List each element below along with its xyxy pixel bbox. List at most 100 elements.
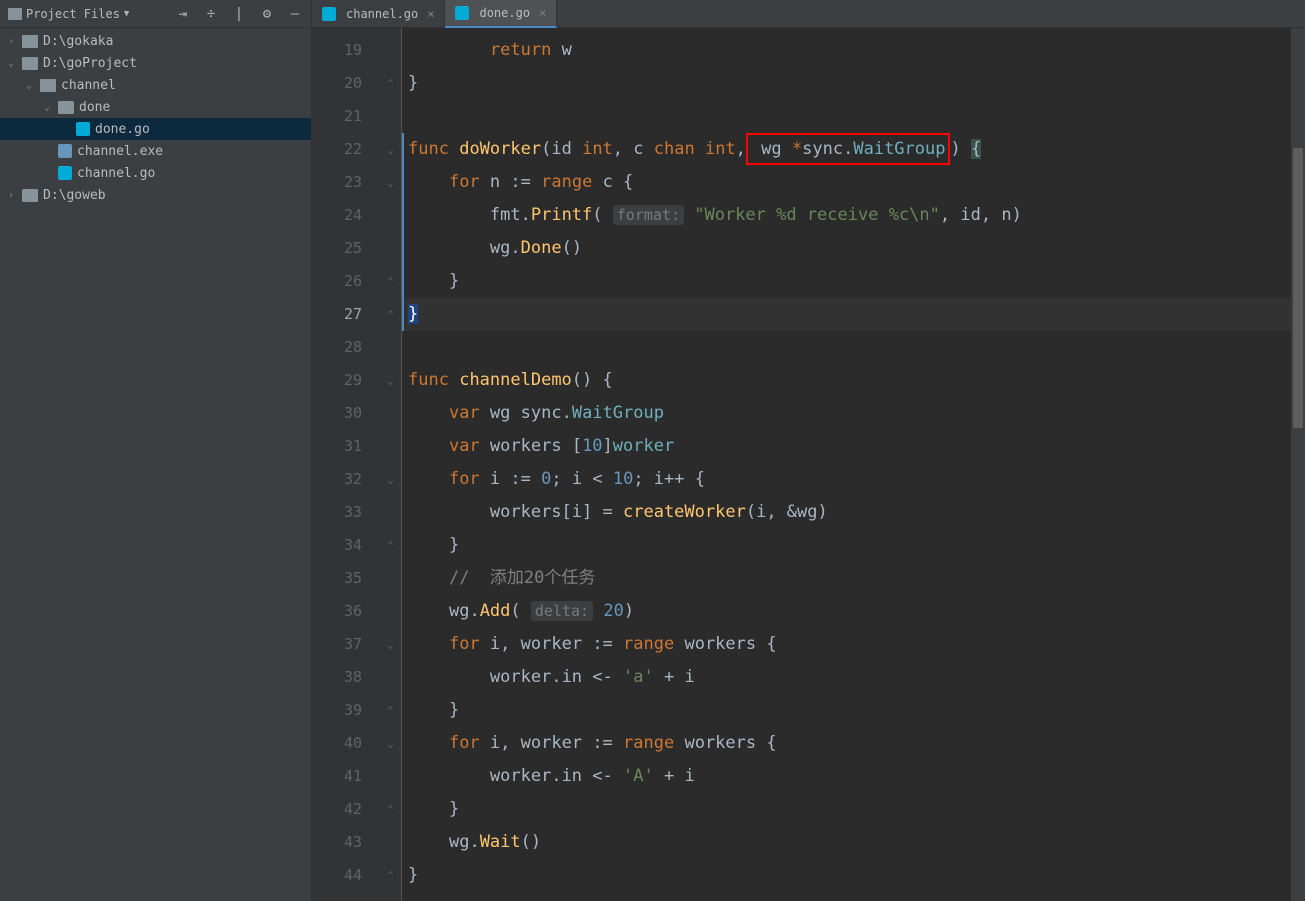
code-line[interactable]: } — [402, 793, 1291, 826]
folder-icon — [22, 57, 38, 70]
code-line[interactable]: } — [402, 859, 1291, 892]
close-icon[interactable]: × — [539, 6, 546, 20]
tree-item[interactable]: ⌄done — [0, 96, 311, 118]
tree-item[interactable]: ⌄channel — [0, 74, 311, 96]
tree-item-label: channel.exe — [77, 144, 163, 159]
fold-marker[interactable]: ⌄ — [380, 364, 401, 397]
go-file-icon — [58, 166, 72, 180]
gear-icon[interactable]: ⚙ — [259, 6, 275, 22]
code-line[interactable]: } — [402, 529, 1291, 562]
change-marker — [402, 265, 404, 298]
tree-arrow-icon[interactable]: ⌄ — [8, 58, 22, 69]
fold-marker[interactable]: ⌄ — [380, 463, 401, 496]
fold-marker[interactable]: ⌄ — [380, 727, 401, 760]
editor-area: channel.go×done.go× 19202122232425262728… — [312, 0, 1305, 901]
line-number: 43 — [312, 826, 380, 859]
code-line[interactable]: for i, worker := range workers { — [402, 628, 1291, 661]
code-line[interactable]: wg.Add( delta: 20) — [402, 595, 1291, 628]
code-line[interactable]: func doWorker(id int, c chan int, wg *sy… — [402, 133, 1291, 166]
code-line[interactable]: var wg sync.WaitGroup — [402, 397, 1291, 430]
tree-arrow-icon[interactable]: › — [8, 190, 22, 201]
code-line[interactable]: var workers [10]worker — [402, 430, 1291, 463]
fold-marker — [380, 892, 401, 901]
collapse-icon[interactable]: ⇥ — [175, 6, 191, 22]
editor-tab[interactable]: channel.go× — [312, 0, 445, 28]
line-number: 25 — [312, 232, 380, 265]
code-line[interactable]: fmt.Printf( format: "Worker %d receive %… — [402, 199, 1291, 232]
code-line[interactable]: // 添加20个任务 — [402, 562, 1291, 595]
code-line[interactable]: worker.in <- 'A' + i — [402, 760, 1291, 793]
tree-item[interactable]: › D:\goweb — [0, 184, 311, 206]
tree-item-label: done.go — [95, 122, 150, 137]
folder-icon — [8, 8, 22, 20]
line-number: 23 — [312, 166, 380, 199]
exe-file-icon — [58, 144, 72, 158]
close-icon[interactable]: × — [427, 7, 434, 21]
fold-marker — [380, 34, 401, 67]
code-line[interactable]: } — [402, 298, 1291, 331]
tree-arrow-icon[interactable]: › — [8, 36, 22, 47]
change-marker — [402, 166, 404, 199]
fold-marker — [380, 562, 401, 595]
sidebar-toolbar: ⇥ ÷ | ⚙ — — [175, 6, 303, 22]
code-line[interactable]: return w — [402, 34, 1291, 67]
code-content[interactable]: return w} func doWorker(id int, c chan in… — [402, 28, 1291, 901]
fold-marker[interactable]: ⌄ — [380, 133, 401, 166]
fold-marker[interactable]: ⌃ — [380, 298, 401, 331]
code-line[interactable]: wg.Wait() — [402, 826, 1291, 859]
tree-arrow-icon[interactable]: ⌄ — [26, 80, 40, 91]
tree-item[interactable]: done.go — [0, 118, 311, 140]
fold-marker[interactable]: ⌃ — [380, 529, 401, 562]
chevron-down-icon: ▼ — [124, 9, 129, 19]
tree-item[interactable]: ⌄ D:\goProject — [0, 52, 311, 74]
tree-arrow-icon[interactable]: ⌄ — [44, 102, 58, 113]
go-file-icon — [455, 6, 469, 20]
code-line[interactable]: for i := 0; i < 10; i++ { — [402, 463, 1291, 496]
tree-item[interactable]: channel.go — [0, 162, 311, 184]
project-files-dropdown[interactable]: Project Files ▼ — [8, 7, 175, 21]
code-line[interactable] — [402, 331, 1291, 364]
code-line[interactable]: } — [402, 67, 1291, 100]
scroll-thumb[interactable] — [1293, 148, 1303, 428]
fold-marker[interactable]: ⌃ — [380, 694, 401, 727]
code-line[interactable]: } — [402, 265, 1291, 298]
code-line[interactable]: wg.Done() — [402, 232, 1291, 265]
tree-item[interactable]: channel.exe — [0, 140, 311, 162]
divider-icon[interactable]: ÷ — [203, 6, 219, 22]
line-number: 44 — [312, 859, 380, 892]
line-number: 31 — [312, 430, 380, 463]
line-number: 36 — [312, 595, 380, 628]
sidebar-header: Project Files ▼ ⇥ ÷ | ⚙ — — [0, 0, 311, 28]
vertical-scrollbar[interactable] — [1291, 28, 1305, 901]
code-line[interactable]: func channelDemo() { — [402, 364, 1291, 397]
fold-marker[interactable]: ⌃ — [380, 265, 401, 298]
code-line[interactable] — [402, 100, 1291, 133]
code-line[interactable]: for n := range c { — [402, 166, 1291, 199]
change-marker — [402, 232, 404, 265]
fold-marker — [380, 430, 401, 463]
fold-marker[interactable]: ⌃ — [380, 859, 401, 892]
fold-marker[interactable]: ⌃ — [380, 67, 401, 100]
hide-icon[interactable]: — — [287, 6, 303, 22]
line-number: 32 — [312, 463, 380, 496]
project-tree[interactable]: ›D:\gokaka⌄D:\goProject⌄channel⌄donedone… — [0, 28, 311, 901]
change-marker — [402, 199, 404, 232]
code-editor[interactable]: 1920212223242526272829303132333435363738… — [312, 28, 1305, 901]
code-line[interactable]: } — [402, 694, 1291, 727]
tree-item-label: D:\goProject — [43, 56, 137, 71]
tree-item[interactable]: ›D:\gokaka — [0, 30, 311, 52]
fold-marker[interactable]: ⌃ — [380, 793, 401, 826]
code-line[interactable]: worker.in <- 'a' + i — [402, 661, 1291, 694]
fold-marker — [380, 760, 401, 793]
tree-item-label: D:\goweb — [43, 188, 106, 203]
fold-marker — [380, 595, 401, 628]
fold-marker[interactable]: ⌄ — [380, 628, 401, 661]
fold-marker[interactable]: ⌄ — [380, 166, 401, 199]
code-line[interactable]: for i, worker := range workers { — [402, 727, 1291, 760]
line-number: 30 — [312, 397, 380, 430]
code-line[interactable]: workers[i] = createWorker(i, &wg) — [402, 496, 1291, 529]
editor-tab[interactable]: done.go× — [445, 0, 557, 28]
folder-icon — [22, 189, 38, 202]
go-file-icon — [76, 122, 90, 136]
code-line[interactable] — [402, 892, 1291, 901]
